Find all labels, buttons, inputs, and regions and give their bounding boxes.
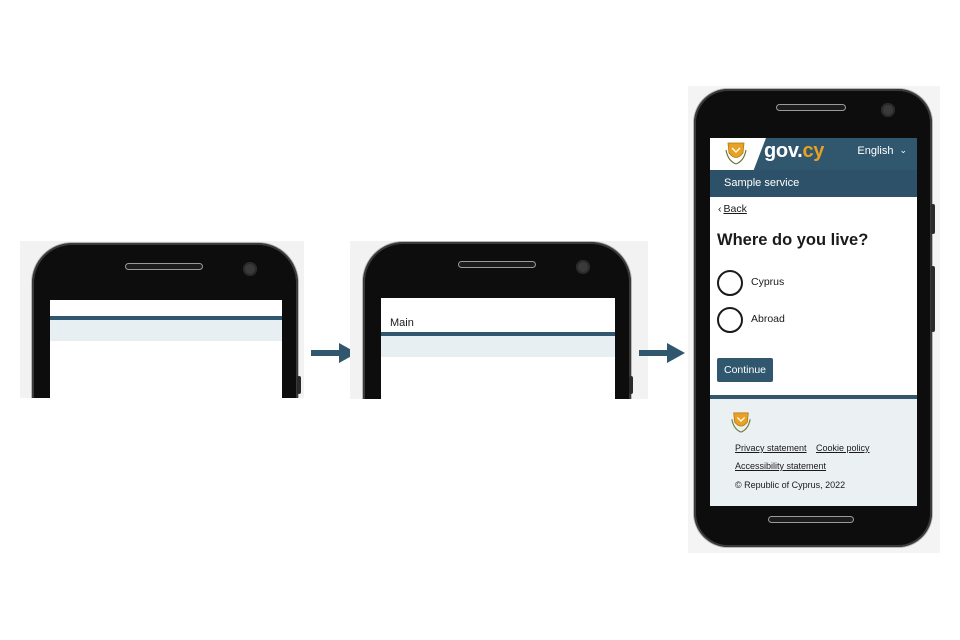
power-button	[931, 204, 935, 234]
phone-frame-step-2: Main	[350, 241, 648, 399]
main-label: Main	[390, 317, 414, 329]
page-title: Where do you live?	[717, 231, 869, 249]
loading-band	[381, 336, 615, 357]
privacy-statement-link[interactable]: Privacy statement	[735, 443, 807, 453]
service-name[interactable]: Sample service	[724, 177, 799, 189]
radio-label[interactable]: Abroad	[751, 313, 785, 325]
radio-option-cyprus[interactable]: Cyprus	[717, 270, 907, 296]
bottom-speaker	[768, 516, 854, 523]
cyprus-emblem-icon	[725, 142, 747, 165]
front-camera	[576, 260, 590, 274]
volume-button	[297, 376, 301, 394]
continue-button[interactable]: Continue	[717, 358, 773, 382]
earpiece-speaker	[776, 104, 846, 111]
phone-screen	[50, 300, 282, 398]
radio-option-abroad[interactable]: Abroad	[717, 307, 907, 333]
front-camera	[881, 103, 895, 117]
phone-frame-step-3: gov.cy English ⌄ Sample service ‹ Back Whe…	[688, 86, 940, 553]
accessibility-statement-link[interactable]: Accessibility statement	[735, 461, 826, 471]
service-bar: Sample service	[710, 170, 917, 197]
radio-button[interactable]	[717, 270, 743, 296]
copyright-text: © Republic of Cyprus, 2022	[735, 480, 846, 490]
front-camera	[243, 262, 257, 276]
radio-button[interactable]	[717, 307, 743, 333]
earpiece-speaker	[458, 261, 536, 268]
language-label: English	[857, 145, 894, 157]
back-chevron-icon: ‹	[718, 203, 722, 215]
phone-screen: Main	[381, 298, 615, 399]
back-label: Back	[723, 203, 747, 215]
arrow-right-icon	[639, 343, 685, 363]
chevron-down-icon: ⌄	[899, 145, 907, 155]
earpiece-speaker	[125, 263, 203, 270]
site-header: gov.cy English ⌄	[710, 138, 917, 170]
volume-button	[931, 266, 935, 332]
phone-screen: gov.cy English ⌄ Sample service ‹ Back Whe…	[710, 138, 917, 506]
volume-button	[629, 376, 633, 394]
cyprus-emblem-icon	[731, 412, 751, 433]
loading-band	[50, 320, 282, 341]
cookie-policy-link[interactable]: Cookie policy	[816, 443, 870, 453]
radio-label[interactable]: Cyprus	[751, 276, 784, 288]
language-selector[interactable]: English ⌄	[857, 145, 907, 157]
phone-frame-step-1	[20, 241, 304, 398]
gov-cy-logo[interactable]: gov.cy	[764, 140, 824, 163]
back-link[interactable]: ‹ Back	[718, 203, 747, 215]
site-footer: Privacy statement Cookie policy Accessib…	[710, 395, 917, 506]
